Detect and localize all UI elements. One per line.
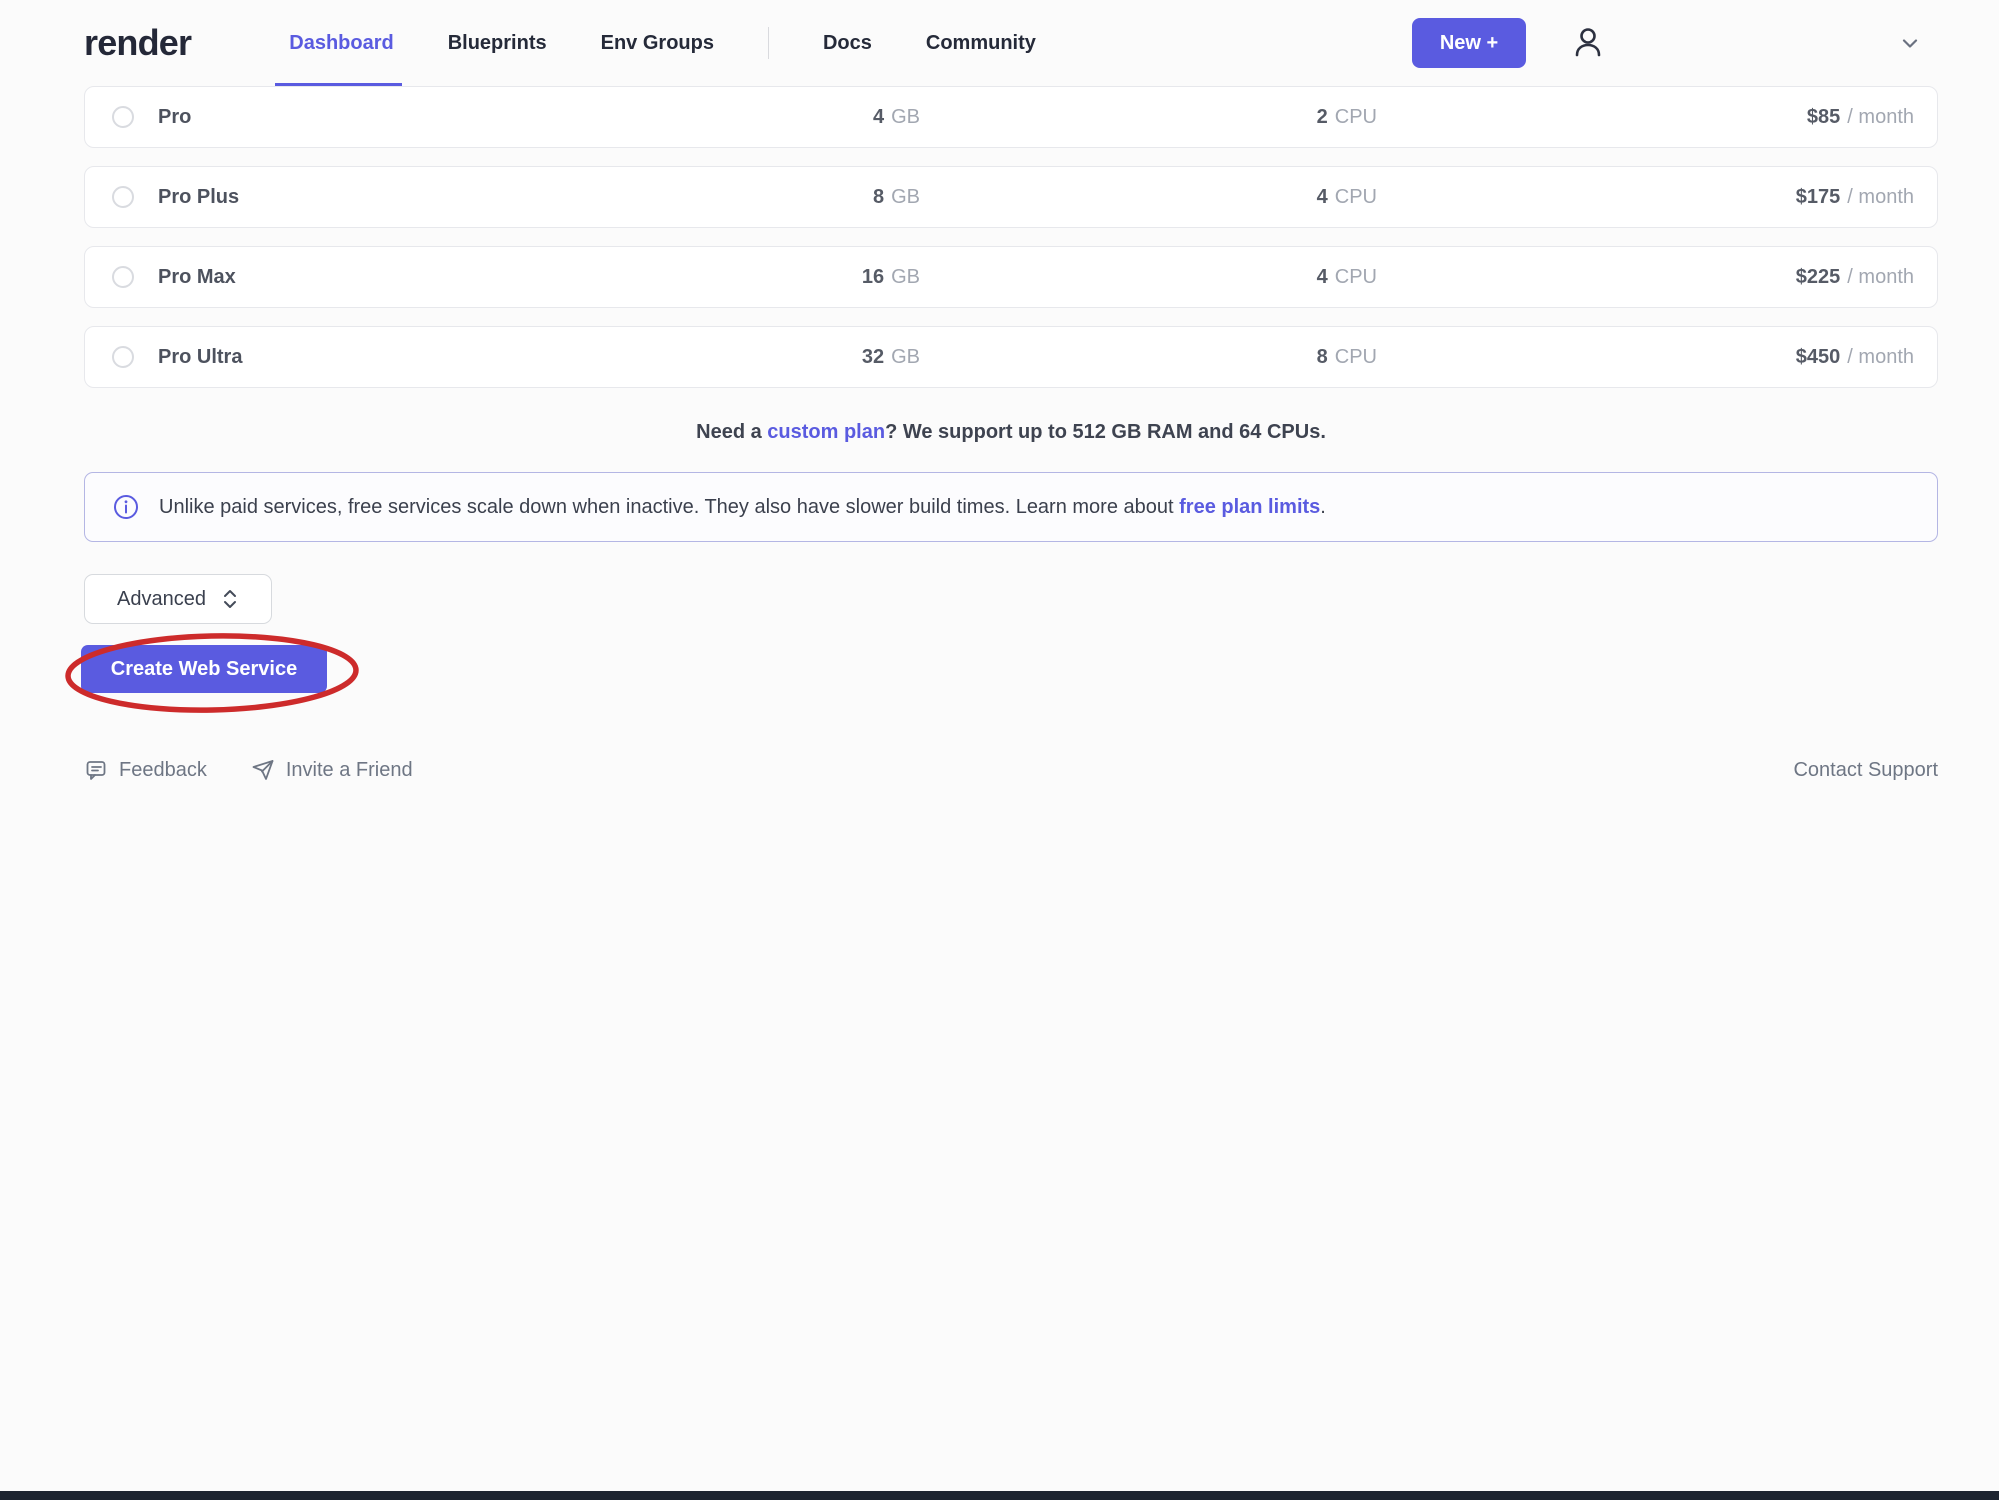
nav-item-env-groups[interactable]: Env Groups xyxy=(601,0,714,86)
notice-text: Unlike paid services, free services scal… xyxy=(159,496,1326,519)
plan-row-pro-max[interactable]: Pro Max 16 GB 4 CPU $225 / month xyxy=(84,246,1938,308)
nav-item-docs[interactable]: Docs xyxy=(823,0,872,86)
new-button[interactable]: New + xyxy=(1412,18,1526,68)
plan-name: Pro xyxy=(158,106,191,129)
workspace-menu-button[interactable] xyxy=(1896,29,1924,57)
plan-row-pro-ultra[interactable]: Pro Ultra 32 GB 8 CPU $450 / month xyxy=(84,326,1938,388)
nav-left: render Dashboard Blueprints Env Groups D… xyxy=(84,0,1036,86)
plan-name: Pro Ultra xyxy=(158,346,242,369)
nav-item-community[interactable]: Community xyxy=(926,0,1036,86)
user-icon xyxy=(1568,23,1608,63)
footer-left: Feedback Invite a Friend xyxy=(84,758,413,782)
nav-item-blueprints[interactable]: Blueprints xyxy=(448,0,547,86)
advanced-label: Advanced xyxy=(117,588,206,611)
paper-plane-icon xyxy=(251,758,275,782)
plan-name: Pro Max xyxy=(158,266,236,289)
free-plan-limits-link[interactable]: free plan limits xyxy=(1179,496,1320,518)
plan-price: $450 / month xyxy=(1796,327,1914,387)
nav-items: Dashboard Blueprints Env Groups Docs Com… xyxy=(289,0,1036,86)
plan-price: $85 / month xyxy=(1807,87,1914,147)
invite-friend-link[interactable]: Invite a Friend xyxy=(251,758,413,782)
create-web-service-button[interactable]: Create Web Service xyxy=(81,645,327,693)
advanced-toggle-button[interactable]: Advanced xyxy=(84,574,272,624)
plan-cpu: 2 CPU xyxy=(1197,87,1377,147)
sort-chevrons-icon xyxy=(221,587,239,611)
render-logo[interactable]: render xyxy=(84,22,191,64)
plan-ram: 32 GB xyxy=(740,327,920,387)
plan-price: $175 / month xyxy=(1796,167,1914,227)
contact-support-link[interactable]: Contact Support xyxy=(1793,759,1938,782)
custom-plan-line: Need a custom plan? We support up to 512… xyxy=(84,421,1938,444)
free-plan-notice: Unlike paid services, free services scal… xyxy=(84,472,1938,542)
info-icon xyxy=(113,494,139,520)
bottom-bar xyxy=(0,1491,1999,1500)
user-account-button[interactable] xyxy=(1566,21,1610,65)
page-footer: Feedback Invite a Friend Contact Support xyxy=(84,758,1938,782)
nav-separator xyxy=(768,27,769,59)
plan-name: Pro Plus xyxy=(158,186,239,209)
nav-item-dashboard[interactable]: Dashboard xyxy=(289,0,393,86)
create-service-area: Create Web Service xyxy=(62,632,424,718)
feedback-bubble-icon xyxy=(84,758,108,782)
plan-cpu: 4 CPU xyxy=(1197,167,1377,227)
plan-cpu: 4 CPU xyxy=(1197,247,1377,307)
radio-circle[interactable] xyxy=(112,186,134,208)
plan-ram: 4 GB xyxy=(740,87,920,147)
feedback-link[interactable]: Feedback xyxy=(84,758,207,782)
plan-ram: 16 GB xyxy=(740,247,920,307)
plan-price: $225 / month xyxy=(1796,247,1914,307)
plan-row-pro[interactable]: Pro 4 GB 2 CPU $85 / month xyxy=(84,86,1938,148)
radio-circle[interactable] xyxy=(112,106,134,128)
radio-circle[interactable] xyxy=(112,266,134,288)
radio-circle[interactable] xyxy=(112,346,134,368)
custom-plan-link[interactable]: custom plan xyxy=(767,421,885,443)
plan-row-pro-plus[interactable]: Pro Plus 8 GB 4 CPU $175 / month xyxy=(84,166,1938,228)
plan-ram: 8 GB xyxy=(740,167,920,227)
custom-plan-suffix: ? We support up to 512 GB RAM and 64 CPU… xyxy=(885,421,1326,443)
nav-right: New + xyxy=(1412,18,1924,68)
main-content: Pro 4 GB 2 CPU $85 / month Pro Plus 8 GB… xyxy=(84,86,1938,782)
chevron-down-icon xyxy=(1897,30,1923,56)
top-nav: render Dashboard Blueprints Env Groups D… xyxy=(0,0,1999,86)
custom-plan-prefix: Need a xyxy=(696,421,767,443)
plan-cpu: 8 CPU xyxy=(1197,327,1377,387)
